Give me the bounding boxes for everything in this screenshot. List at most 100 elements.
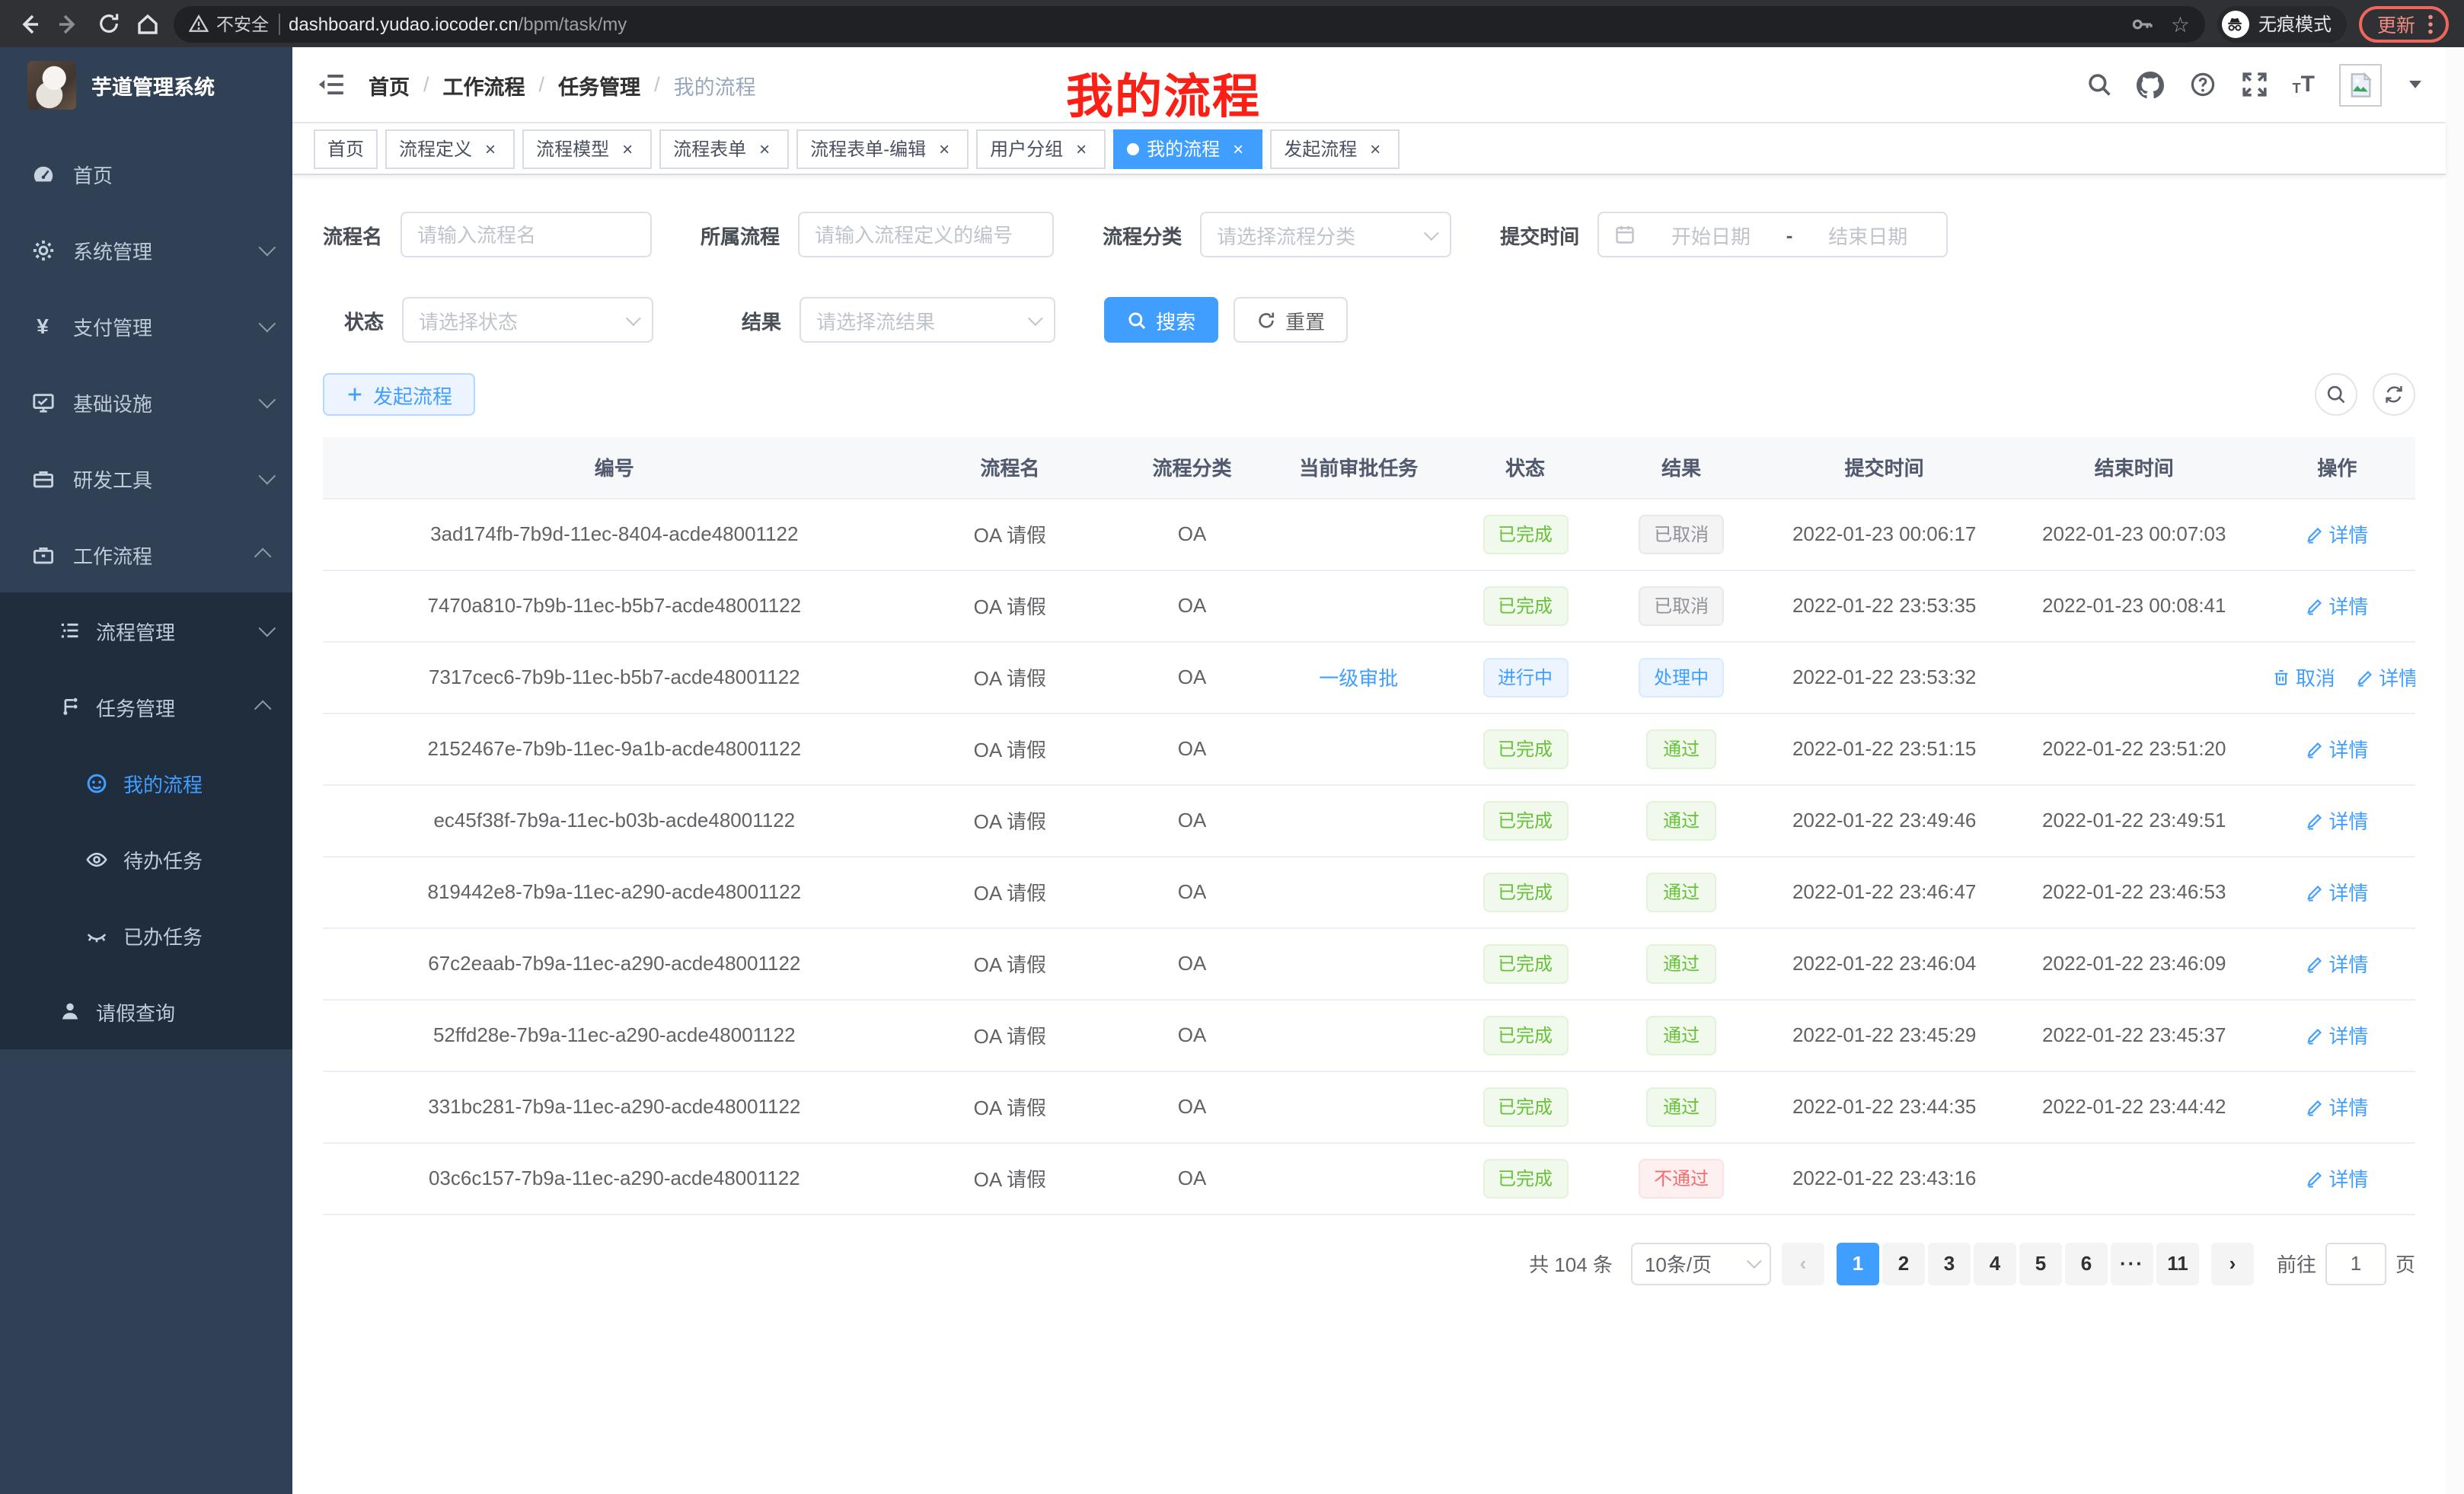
page-number-button[interactable]: 6 [2065,1242,2108,1285]
cancel-action[interactable]: 取消 [2273,662,2335,691]
search-button[interactable]: 搜索 [1104,297,1218,343]
result-badge: 已取消 [1639,586,1724,625]
sidebar-item-workflow[interactable]: 工作流程 [0,516,292,592]
update-label: 更新 [2377,9,2415,38]
refresh-table-button[interactable] [2373,373,2415,416]
sidebar-item-done-tasks[interactable]: 已办任务 [0,897,292,973]
current-task-link[interactable]: 一级审批 [1319,667,1398,690]
view-tab[interactable]: 用户分组 × [976,129,1106,168]
sidebar-item-infra[interactable]: 基础设施 [0,364,292,440]
cell-end-time: 2022-01-22 23:46:53 [2009,856,2259,927]
app-logo-row[interactable]: 芋道管理系统 [0,47,292,123]
table-row: 67c2eaab-7b9a-11ec-a290-acde48001122 OA … [323,927,2415,999]
url-path: /bpm/task/my [519,13,627,34]
sidebar-item-pay[interactable]: ¥ 支付管理 [0,288,292,364]
process-category-select[interactable]: 请选择流程分类 [1200,212,1451,257]
tab-close-icon[interactable]: × [1227,138,1249,159]
edit-pen-icon [2306,1026,2324,1044]
page-number-button[interactable]: 3 [1928,1242,1971,1285]
view-tab[interactable]: 流程表单 × [659,129,789,168]
detail-action[interactable]: 详情 [2306,806,2368,835]
view-tab[interactable]: 流程定义 × [385,129,515,168]
tab-close-icon[interactable]: × [480,138,501,159]
page-number-button[interactable]: 4 [1974,1242,2016,1285]
sidebar-fold-icon[interactable] [317,69,347,100]
detail-action[interactable]: 详情 [2356,662,2415,691]
tab-close-icon[interactable]: × [1364,138,1386,159]
cell-actions: 详情 [2259,856,2415,927]
page-size-select[interactable]: 10条/页 [1631,1242,1771,1285]
submit-time-range-picker[interactable]: 开始日期 - 结束日期 [1597,212,1948,257]
next-page-button[interactable]: › [2211,1242,2254,1285]
sidebar-item-home[interactable]: 首页 [0,136,292,212]
chevron-down-icon [259,620,276,637]
security-chip[interactable]: 不安全 [189,11,269,36]
page-number-button[interactable]: 2 [1882,1242,1925,1285]
home-icon[interactable] [134,10,161,37]
search-icon[interactable] [2086,71,2113,98]
prev-page-button[interactable]: ‹ [1782,1242,1824,1285]
tab-close-icon[interactable]: × [617,138,638,159]
breadcrumb-home[interactable]: 首页 [369,69,410,100]
breadcrumb-task-mgmt[interactable]: 任务管理 [558,69,640,100]
back-icon[interactable] [15,10,43,37]
reload-icon[interactable] [94,10,122,37]
tab-close-icon[interactable]: × [754,138,775,159]
help-icon[interactable] [2189,71,2217,98]
sidebar-item-leave-query[interactable]: 请假查询 [0,973,292,1049]
detail-action[interactable]: 详情 [2306,949,2368,978]
tab-close-icon[interactable]: × [934,138,955,159]
page-number-button[interactable]: 1 [1837,1242,1879,1285]
page-number-button[interactable]: 5 [2019,1242,2062,1285]
tree-list-icon [58,619,81,642]
address-bar[interactable]: 不安全 dashboard.yudao.iocoder.cn/bpm/task/… [174,5,2205,42]
detail-action[interactable]: 详情 [2306,1020,2368,1049]
sidebar-item-process-mgmt[interactable]: 流程管理 [0,592,292,669]
password-key-icon[interactable] [2131,11,2156,36]
sidebar-item-task-mgmt[interactable]: 任务管理 [0,669,292,745]
url-text[interactable]: dashboard.yudao.iocoder.cn/bpm/task/my [289,13,2122,34]
avatar-caret-icon[interactable] [2409,81,2421,88]
font-size-icon[interactable]: TT [2293,73,2315,96]
status-select[interactable]: 请选择状态 [402,297,653,343]
page-number-button[interactable]: ··· [2111,1242,2153,1285]
bookmark-star-icon[interactable]: ☆ [2171,13,2190,34]
cell-actions: 详情 [2259,927,2415,999]
result-select[interactable]: 请选择流结果 [800,297,1055,343]
detail-action[interactable]: 详情 [2306,1164,2368,1192]
browser-menu-icon[interactable] [2427,13,2434,34]
cell-id: 03c6c157-7b9a-11ec-a290-acde48001122 [323,1142,906,1214]
fullscreen-icon[interactable] [2241,71,2268,98]
sidebar-item-todo-tasks[interactable]: 待办任务 [0,821,292,897]
view-tab[interactable]: 流程模型 × [522,129,652,168]
sidebar-item-devtools[interactable]: 研发工具 [0,440,292,516]
breadcrumb-workflow[interactable]: 工作流程 [443,69,525,100]
end-date-placeholder: 结束日期 [1805,220,1931,249]
cell-current-task [1270,1071,1447,1142]
view-tab[interactable]: 发起流程 × [1270,129,1400,168]
start-process-button[interactable]: 发起流程 [323,373,475,416]
tab-label: 流程模型 [536,136,609,161]
view-tab[interactable]: 首页 [314,129,378,168]
view-tab[interactable]: 我的流程 × [1113,129,1262,168]
tab-close-icon[interactable]: × [1071,138,1092,159]
view-tab[interactable]: 流程表单-编辑 × [796,129,969,168]
process-definition-input[interactable] [798,212,1054,257]
sidebar-item-system[interactable]: 系统管理 [0,212,292,288]
detail-action[interactable]: 详情 [2306,1092,2368,1121]
detail-action[interactable]: 详情 [2306,519,2368,548]
detail-action[interactable]: 详情 [2306,734,2368,763]
detail-action[interactable]: 详情 [2306,877,2368,906]
github-icon[interactable] [2137,71,2165,98]
process-name-input[interactable] [401,212,652,257]
page-number-button[interactable]: 11 [2156,1242,2199,1285]
reset-button[interactable]: 重置 [1234,297,1348,343]
sidebar-item-my-process[interactable]: 我的流程 [0,745,292,821]
show-search-button[interactable] [2315,373,2357,416]
browser-update-button[interactable]: 更新 [2359,5,2449,42]
detail-action[interactable]: 详情 [2306,591,2368,620]
goto-page-input[interactable] [2325,1242,2386,1285]
avatar[interactable] [2339,63,2382,106]
cell-status: 已完成 [1447,713,1604,784]
forward-icon[interactable] [55,10,82,37]
